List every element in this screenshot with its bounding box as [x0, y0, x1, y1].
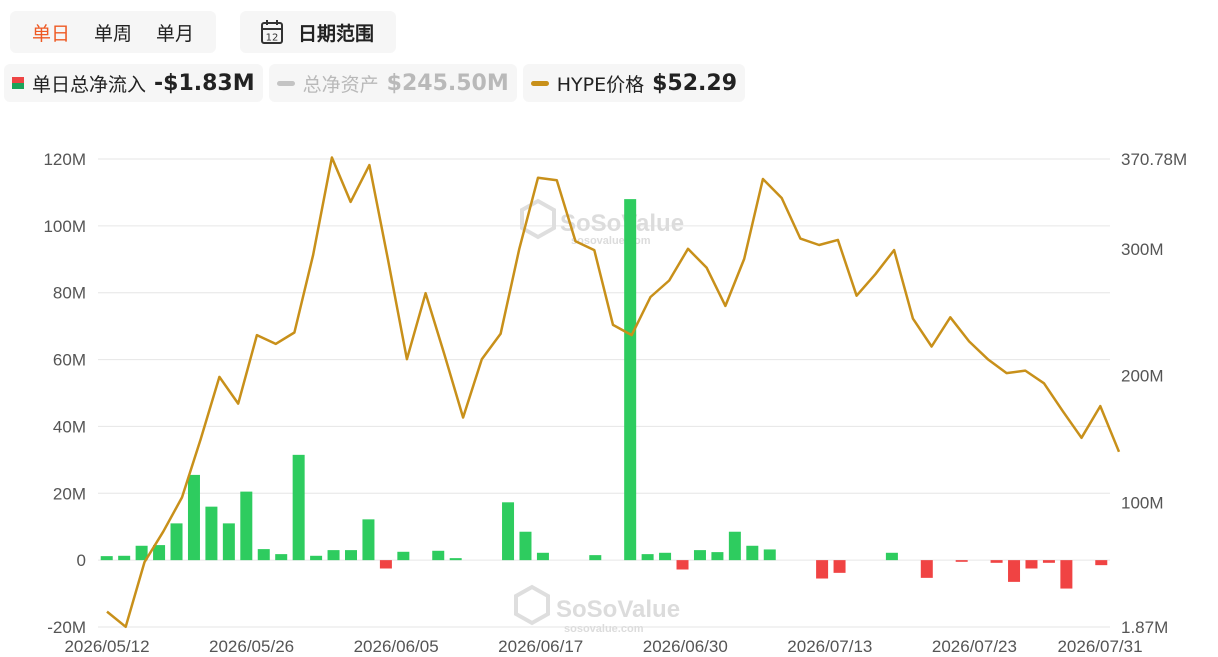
flow-bar — [345, 550, 357, 561]
flow-bar — [693, 550, 706, 561]
flow-bar — [502, 502, 515, 561]
flow-bar — [100, 556, 113, 561]
flow-bar — [763, 549, 776, 561]
flow-bar — [275, 554, 288, 561]
y-left-tick-label: 120M — [43, 150, 86, 169]
y-right-tick-label: 100M — [1121, 494, 1164, 513]
flow-bar — [310, 555, 323, 561]
flow-bar — [379, 560, 392, 569]
flow-bar — [833, 560, 846, 573]
flow-bar — [170, 523, 183, 561]
x-tick-label: 2026/05/12 — [64, 637, 149, 656]
flow-bar — [397, 551, 410, 561]
y-axis-left: 120M 100M 80M 60M 40M 20M 0 -20M — [43, 150, 86, 637]
flow-bar — [641, 554, 654, 561]
y-left-tick-label: 20M — [53, 484, 86, 503]
flow-bar — [449, 558, 462, 561]
y-left-tick-label: 0 — [77, 551, 86, 570]
x-tick-label: 2026/06/05 — [354, 637, 439, 656]
sosovalue-logo-icon — [514, 584, 550, 626]
y-right-tick-label: 200M — [1121, 367, 1164, 386]
flow-bar — [292, 454, 305, 561]
x-tick-label: 2026/07/23 — [932, 637, 1017, 656]
x-tick-label: 2026/06/30 — [643, 637, 728, 656]
flow-bar — [1060, 560, 1073, 589]
y-left-tick-label: 80M — [53, 284, 86, 303]
flow-bar — [589, 555, 602, 561]
flow-bar — [1008, 560, 1021, 582]
flow-bar — [920, 560, 933, 578]
flow-bar — [1095, 560, 1108, 566]
y-left-tick-label: 100M — [43, 217, 86, 236]
flow-bar — [990, 560, 1003, 563]
y-right-tick-label: 300M — [1121, 240, 1164, 259]
watermarks: SoSoValuesosovalue.comSoSoValuesosovalue… — [514, 198, 684, 635]
flow-bar — [746, 545, 759, 561]
x-axis: 2026/05/12 2026/05/26 2026/06/05 2026/06/17… — [64, 637, 1142, 656]
flow-bar — [955, 560, 968, 562]
flow-bar — [257, 549, 270, 561]
x-tick-label: 2026/07/31 — [1057, 637, 1142, 656]
y-left-tick-label: 40M — [53, 417, 86, 436]
flow-bar — [1025, 560, 1038, 569]
flow-bar — [711, 552, 724, 561]
flow-bar — [118, 555, 131, 561]
chart: SoSoValuesosovalue.comSoSoValuesosovalue… — [43, 150, 1187, 656]
flow-bar — [536, 552, 549, 561]
x-tick-label: 2026/07/13 — [787, 637, 872, 656]
flow-bar — [222, 523, 235, 561]
flow-bar — [362, 519, 375, 561]
x-tick-label: 2026/05/26 — [209, 637, 294, 656]
watermark-brand: SoSoValue — [556, 596, 680, 623]
watermark-brand: SoSoValue — [560, 210, 684, 237]
y-right-tick-label: 1.87M — [1121, 618, 1168, 637]
flow-bar — [205, 506, 218, 561]
flow-bar — [816, 560, 829, 579]
flow-bar — [327, 550, 340, 561]
flow-bar — [659, 552, 672, 561]
y-axis-right: 370.78M 300M 200M 100M 1.87M — [1121, 150, 1187, 637]
flow-bar — [187, 474, 200, 561]
flow-bar — [624, 199, 637, 561]
flow-bar — [676, 560, 689, 570]
watermark-site: sosovalue.com — [564, 623, 644, 635]
flow-bar — [240, 491, 253, 561]
bars — [100, 199, 1108, 589]
flow-bar — [1042, 560, 1055, 563]
y-right-tick-label: 370.78M — [1121, 150, 1187, 169]
x-tick-label: 2026/06/17 — [498, 637, 583, 656]
flow-bar — [885, 552, 898, 561]
flow-bar — [432, 550, 445, 561]
flow-bar — [728, 531, 741, 561]
y-left-tick-label: -20M — [47, 618, 86, 637]
flow-bar — [519, 531, 532, 561]
y-left-tick-label: 60M — [53, 351, 86, 370]
